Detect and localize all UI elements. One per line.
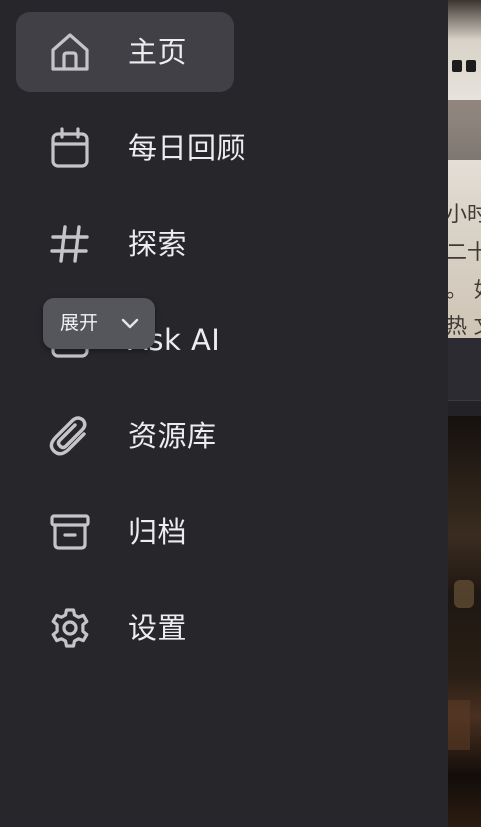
background-image-bottom: [448, 416, 481, 827]
background-content-strip: 小时 二十 。 如 热 文: [448, 0, 481, 827]
sidebar-item-label: 归档: [128, 515, 188, 549]
background-divider: [448, 400, 481, 417]
app-root: 主页 每日回顾 探索 Ask AI 资源库 归档 设置 展开 小时 二十 。 热: [0, 0, 481, 827]
background-text-line: 。 如: [448, 278, 481, 302]
paperclip-icon: [48, 414, 92, 458]
sidebar-item-label: 资源库: [128, 419, 217, 453]
sidebar-item-label: 探索: [128, 227, 188, 261]
sidebar-item-explore[interactable]: 探索: [16, 204, 234, 284]
sidebar-item-library[interactable]: 资源库: [16, 396, 234, 476]
background-mark: [452, 60, 462, 72]
sidebar-item-label: 设置: [128, 611, 188, 645]
archive-box-icon: [48, 510, 92, 554]
background-mark: [466, 60, 476, 72]
hashtag-icon: [48, 222, 92, 266]
background-highlight: [448, 700, 470, 750]
sidebar-item-daily-review[interactable]: 每日回顾: [16, 108, 246, 188]
sidebar: 主页 每日回顾 探索 Ask AI 资源库 归档 设置 展开: [0, 0, 448, 827]
home-icon: [48, 30, 92, 74]
background-text-line: 二十: [448, 240, 481, 264]
background-text-line: 热 文: [448, 314, 481, 338]
expand-label: 展开: [60, 312, 99, 334]
chevron-down-icon: [119, 312, 141, 334]
sidebar-item-home[interactable]: 主页: [16, 12, 234, 92]
background-highlight: [454, 580, 474, 608]
background-band: [448, 338, 481, 400]
sidebar-item-settings[interactable]: 设置: [16, 588, 234, 668]
background-text-line: 小时: [448, 202, 481, 226]
gear-icon: [48, 606, 92, 650]
sidebar-item-archive[interactable]: 归档: [16, 492, 234, 572]
sidebar-item-label: 主页: [128, 35, 188, 69]
expand-button[interactable]: 展开: [43, 298, 155, 349]
sidebar-item-label: 每日回顾: [128, 131, 247, 165]
background-shade: [448, 100, 481, 160]
calendar-icon: [48, 126, 92, 170]
